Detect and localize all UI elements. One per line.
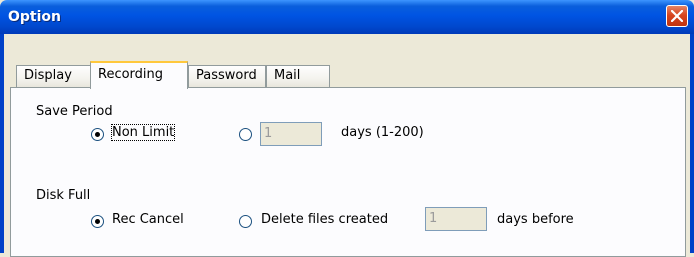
delete-days-input[interactable]: 1 [425,207,487,231]
delete-days-suffix: days before [497,212,574,227]
rec-cancel-label[interactable]: Rec Cancel [112,212,184,227]
days-limit-radio[interactable] [239,128,252,141]
window-frame-right [690,34,694,253]
rec-cancel-radio[interactable] [91,215,104,228]
non-limit-label[interactable]: Non Limit [110,124,176,141]
window-title: Option [8,9,61,25]
tab-label: Password [196,68,257,83]
recording-panel: Save Period Non Limit 1 days (1-200) Dis… [10,87,686,257]
tab-display[interactable]: Display [16,65,92,87]
tab-label: Display [24,68,72,83]
delete-files-radio[interactable] [239,215,252,228]
tab-recording[interactable]: Recording [90,61,188,89]
radio-dot [95,219,100,224]
delete-files-label[interactable]: Delete files created [261,212,388,227]
tab-label: Mail [274,68,301,83]
save-period-heading: Save Period [36,104,113,119]
tab-label: Recording [98,67,164,82]
close-button[interactable] [666,5,688,27]
title-bar[interactable]: Option [0,0,694,34]
radio-dot [95,132,100,137]
option-dialog: Option Display Recording Password Mail S… [0,0,694,257]
window-frame-left [0,34,4,253]
save-days-input[interactable]: 1 [260,122,322,146]
tab-password[interactable]: Password [188,65,266,87]
non-limit-radio[interactable] [91,128,104,141]
save-days-suffix: days (1-200) [341,125,424,140]
tab-mail[interactable]: Mail [266,65,330,87]
close-icon [671,10,683,22]
disk-full-heading: Disk Full [36,188,91,203]
